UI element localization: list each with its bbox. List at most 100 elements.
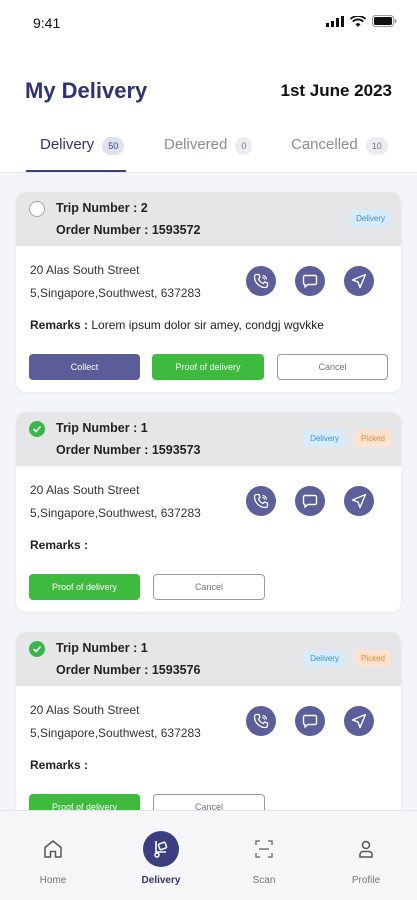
call-button[interactable] bbox=[246, 706, 276, 736]
remarks-label: Remarks : bbox=[30, 538, 89, 552]
message-button[interactable] bbox=[295, 706, 325, 736]
header-date: 1st June 2023 bbox=[280, 81, 392, 100]
message-button[interactable] bbox=[295, 486, 325, 516]
navigate-button[interactable] bbox=[344, 706, 374, 736]
status-badge-picked: Picked bbox=[354, 430, 391, 447]
checkmark-icon bbox=[32, 425, 42, 433]
delivery-address: 20 Alas South Street 5,Singapore,Southwe… bbox=[30, 259, 201, 305]
address-line-2: 5,Singapore,Southwest, 637283 bbox=[30, 726, 201, 740]
tab-count-badge: 50 bbox=[102, 137, 125, 155]
status-badge-delivery: Delivery bbox=[304, 430, 345, 447]
contact-actions bbox=[246, 486, 374, 516]
status-badge-delivery: Delivery bbox=[350, 210, 391, 227]
address-line-1: 20 Alas South Street bbox=[30, 703, 140, 717]
status-tags: Delivery Picked bbox=[304, 430, 391, 447]
trip-number: Trip Number : 1 bbox=[56, 641, 148, 655]
status-badge-delivery: Delivery bbox=[304, 650, 345, 667]
order-number: Order Number : 1593572 bbox=[56, 223, 201, 237]
nav-home[interactable]: Home bbox=[13, 829, 93, 886]
tab-divider bbox=[0, 172, 417, 173]
chat-icon bbox=[302, 714, 318, 729]
status-icons bbox=[326, 15, 397, 27]
header: My Delivery 1st June 2023 Delivery 50 De… bbox=[0, 44, 417, 173]
contact-actions bbox=[246, 266, 374, 296]
trip-number: Trip Number : 1 bbox=[56, 421, 148, 435]
delivery-address: 20 Alas South Street 5,Singapore,Southwe… bbox=[30, 479, 201, 525]
remarks: Remarks : bbox=[30, 538, 88, 552]
tab-label: Cancelled bbox=[291, 136, 358, 153]
wifi-icon bbox=[350, 15, 366, 27]
home-icon bbox=[44, 840, 62, 858]
nav-icon-wrap bbox=[326, 829, 406, 869]
delivery-card[interactable]: Trip Number : 1 Order Number : 1593576 D… bbox=[16, 632, 401, 832]
proof-of-delivery-button[interactable]: Proof of delivery bbox=[29, 574, 140, 600]
contact-actions bbox=[246, 706, 374, 736]
tab-label: Delivered bbox=[164, 136, 228, 153]
tab-label: Delivery bbox=[40, 136, 95, 153]
status-time: 9:41 bbox=[33, 15, 61, 31]
cancel-button[interactable]: Cancel bbox=[153, 574, 265, 600]
page-title: My Delivery bbox=[25, 78, 148, 103]
select-checkbox[interactable] bbox=[29, 641, 45, 657]
address-line-1: 20 Alas South Street bbox=[30, 263, 140, 277]
delivery-icon bbox=[154, 841, 168, 858]
card-header: Trip Number : 1 Order Number : 1593576 D… bbox=[16, 632, 401, 686]
proof-of-delivery-button[interactable]: Proof of delivery bbox=[152, 354, 264, 380]
nav-delivery[interactable]: Delivery bbox=[121, 829, 201, 886]
nav-icon-wrap bbox=[13, 829, 93, 869]
phone-icon bbox=[253, 493, 269, 509]
remarks: Remarks : bbox=[30, 758, 88, 772]
tab-delivery[interactable]: Delivery 50 bbox=[25, 136, 127, 172]
trip-number: Trip Number : 2 bbox=[56, 201, 148, 215]
chat-icon bbox=[302, 494, 318, 509]
call-button[interactable] bbox=[246, 266, 276, 296]
status-badge-picked: Picked bbox=[354, 650, 391, 667]
tab-bar: Delivery 50 Delivered 0 Cancelled 10 bbox=[0, 136, 417, 172]
delivery-address: 20 Alas South Street 5,Singapore,Southwe… bbox=[30, 699, 201, 745]
address-line-1: 20 Alas South Street bbox=[30, 483, 140, 497]
navigation-icon bbox=[351, 713, 367, 729]
remarks-label: Remarks : bbox=[30, 758, 89, 772]
phone-icon bbox=[253, 273, 269, 289]
battery-icon bbox=[372, 15, 397, 27]
delivery-card[interactable]: Trip Number : 2 Order Number : 1593572 D… bbox=[16, 192, 401, 392]
tab-delivered[interactable]: Delivered 0 bbox=[164, 136, 253, 172]
order-number: Order Number : 1593573 bbox=[56, 443, 201, 457]
card-header: Trip Number : 1 Order Number : 1593573 D… bbox=[16, 412, 401, 466]
call-button[interactable] bbox=[246, 486, 276, 516]
nav-scan[interactable]: Scan bbox=[224, 829, 304, 886]
phone-icon bbox=[253, 713, 269, 729]
order-number: Order Number : 1593576 bbox=[56, 663, 201, 677]
select-checkbox[interactable] bbox=[29, 421, 45, 437]
navigate-button[interactable] bbox=[344, 486, 374, 516]
status-tags: Delivery bbox=[350, 210, 391, 227]
chat-icon bbox=[302, 274, 318, 289]
nav-label: Scan bbox=[252, 875, 276, 886]
tab-cancelled[interactable]: Cancelled 10 bbox=[291, 136, 388, 172]
delivery-card[interactable]: Trip Number : 1 Order Number : 1593573 D… bbox=[16, 412, 401, 612]
signal-icon bbox=[326, 15, 344, 27]
cancel-button[interactable]: Cancel bbox=[277, 354, 388, 380]
nav-profile[interactable]: Profile bbox=[326, 829, 406, 886]
remarks-text: Lorem ipsum dolor sir amey, condgj wgvkk… bbox=[91, 318, 324, 332]
navigate-button[interactable] bbox=[344, 266, 374, 296]
status-bar: 9:41 bbox=[0, 0, 417, 44]
checkmark-icon bbox=[32, 645, 42, 653]
tab-count-badge: 0 bbox=[235, 137, 253, 155]
nav-label: Delivery bbox=[141, 875, 181, 886]
card-header: Trip Number : 2 Order Number : 1593572 D… bbox=[16, 192, 401, 246]
scan-icon bbox=[255, 840, 273, 858]
message-button[interactable] bbox=[295, 266, 325, 296]
select-checkbox[interactable] bbox=[29, 201, 45, 217]
bottom-navigation: Home Delivery Scan Profile bbox=[0, 810, 417, 900]
nav-label: Profile bbox=[351, 875, 381, 886]
remarks: Remarks : Lorem ipsum dolor sir amey, co… bbox=[30, 318, 324, 332]
navigation-icon bbox=[351, 493, 367, 509]
collect-button[interactable]: Collect bbox=[29, 354, 140, 380]
nav-label: Home bbox=[39, 875, 67, 886]
nav-icon-wrap bbox=[121, 829, 201, 869]
address-line-2: 5,Singapore,Southwest, 637283 bbox=[30, 506, 201, 520]
profile-icon bbox=[359, 840, 373, 858]
nav-active-indicator bbox=[143, 831, 179, 867]
status-tags: Delivery Picked bbox=[304, 650, 391, 667]
